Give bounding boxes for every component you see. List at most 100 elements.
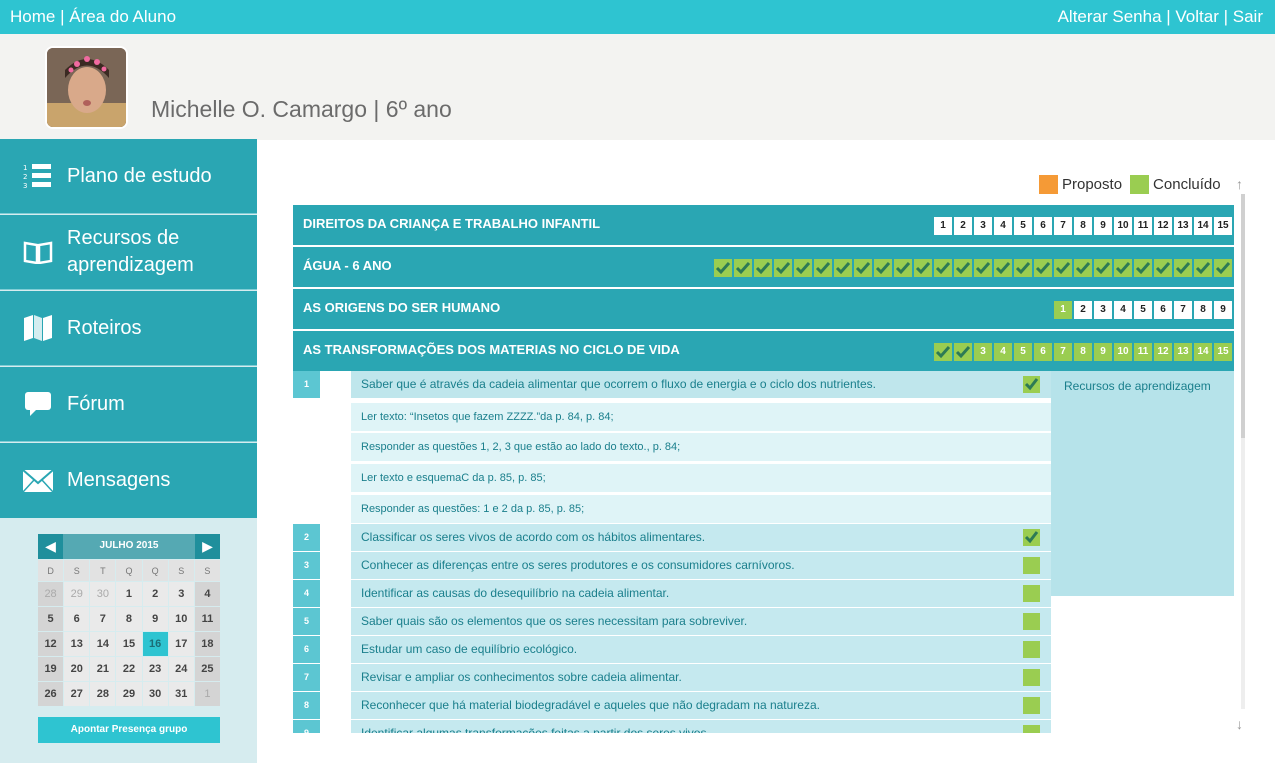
objective-check-icon[interactable] xyxy=(1194,259,1212,277)
objective-check-icon[interactable] xyxy=(1214,259,1232,277)
calendar-day[interactable]: 14 xyxy=(90,632,116,656)
objective-check-icon[interactable] xyxy=(934,259,952,277)
objective-check-icon[interactable] xyxy=(714,259,732,277)
objective-chip[interactable]: 13 xyxy=(1174,343,1192,361)
sidebar-item-messages[interactable]: Mensagens xyxy=(0,443,257,518)
objective-chip[interactable]: 1 xyxy=(1054,301,1072,319)
calendar-day[interactable]: 1 xyxy=(116,582,142,606)
objective-chip[interactable]: 12 xyxy=(1154,343,1172,361)
calendar-day[interactable]: 28 xyxy=(38,582,64,606)
objective-check-icon[interactable] xyxy=(1094,259,1112,277)
objective-chip[interactable]: 7 xyxy=(1054,343,1072,361)
calendar-day[interactable]: 12 xyxy=(38,632,64,656)
change-password-link[interactable]: Alterar Senha xyxy=(1058,7,1162,26)
calendar-day[interactable]: 20 xyxy=(64,657,90,681)
calendar-day[interactable]: 15 xyxy=(116,632,142,656)
objective-chip[interactable]: 5 xyxy=(1014,217,1032,235)
objective-row[interactable]: 9 Identificar algumas transformações feit… xyxy=(293,720,1051,733)
objective-check-icon[interactable] xyxy=(1174,259,1192,277)
objective-chip[interactable]: 2 xyxy=(954,217,972,235)
objective-row[interactable]: 4 Identificar as causas do desequilíbrio … xyxy=(293,580,1051,607)
checkbox[interactable] xyxy=(1023,697,1040,714)
objective-chip[interactable]: 3 xyxy=(1094,301,1112,319)
objective-chip[interactable]: 8 xyxy=(1194,301,1212,319)
subject-row[interactable]: AS TRANSFORMAÇÕES DOS MATERIAS NO CICLO … xyxy=(293,331,1234,371)
sidebar-item-learning-resources[interactable]: Recursos de aprendizagem xyxy=(0,215,257,290)
calendar-day[interactable]: 16 xyxy=(142,632,168,656)
checkbox[interactable] xyxy=(1023,613,1040,630)
calendar-day[interactable]: 5 xyxy=(38,607,64,631)
activity-item[interactable]: Ler texto e esquemaC da p. 85, p. 85; xyxy=(351,464,1051,492)
subject-row[interactable]: DIREITOS DA CRIANÇA E TRABALHO INFANTIL 1… xyxy=(293,205,1234,245)
back-link[interactable]: Voltar xyxy=(1175,7,1218,26)
objective-check-icon[interactable] xyxy=(894,259,912,277)
calendar-day[interactable]: 17 xyxy=(168,632,194,656)
objective-chip[interactable]: 5 xyxy=(1134,301,1152,319)
calendar-day[interactable]: 24 xyxy=(168,657,194,681)
objective-chip[interactable]: 14 xyxy=(1194,217,1212,235)
objective-chip[interactable]: 8 xyxy=(1074,217,1092,235)
objective-chip[interactable]: 6 xyxy=(1034,217,1052,235)
scroll-down-arrow-icon[interactable]: ↓ xyxy=(1236,716,1243,732)
calendar-day[interactable]: 31 xyxy=(168,682,194,706)
checkbox[interactable] xyxy=(1023,669,1040,686)
objective-chip[interactable]: 9 xyxy=(1214,301,1232,319)
calendar-day[interactable]: 21 xyxy=(90,657,116,681)
objective-row[interactable]: 7 Revisar e ampliar os conhecimentos sobr… xyxy=(293,664,1051,691)
objective-chip[interactable]: 3 xyxy=(974,343,992,361)
logout-link[interactable]: Sair xyxy=(1233,7,1263,26)
calendar-day[interactable]: 28 xyxy=(90,682,116,706)
objective-chip[interactable]: 11 xyxy=(1134,217,1152,235)
objective-check-icon[interactable] xyxy=(954,259,972,277)
objective-chip[interactable]: 8 xyxy=(1074,343,1092,361)
next-month-button[interactable]: ▶ xyxy=(195,534,220,559)
objective-check-icon[interactable] xyxy=(814,259,832,277)
objective-check-icon[interactable] xyxy=(1034,259,1052,277)
objective-check-icon[interactable] xyxy=(834,259,852,277)
objective-check-icon[interactable] xyxy=(754,259,772,277)
objective-check-icon[interactable] xyxy=(1154,259,1172,277)
objective-chip[interactable]: 7 xyxy=(1174,301,1192,319)
objective-chip[interactable]: 4 xyxy=(994,343,1012,361)
objective-check-icon[interactable] xyxy=(954,343,972,361)
subject-row[interactable]: ÁGUA - 6 ANO xyxy=(293,247,1234,287)
calendar-day[interactable]: 1 xyxy=(194,682,220,706)
objective-chip[interactable]: 15 xyxy=(1214,217,1232,235)
calendar-day[interactable]: 26 xyxy=(38,682,64,706)
objective-check-icon[interactable] xyxy=(794,259,812,277)
activity-item[interactable]: Ler texto: “Insetos que fazem ZZZZ.”da p… xyxy=(351,403,1051,431)
objective-check-icon[interactable] xyxy=(1074,259,1092,277)
objective-chip[interactable]: 4 xyxy=(1114,301,1132,319)
learning-resources-link[interactable]: Recursos de aprendizagem xyxy=(1064,379,1211,393)
objective-chip[interactable]: 6 xyxy=(1034,343,1052,361)
calendar-day[interactable]: 9 xyxy=(142,607,168,631)
activity-item[interactable]: Responder as questões 1, 2, 3 que estão … xyxy=(351,433,1051,461)
objective-chip[interactable]: 2 xyxy=(1074,301,1092,319)
objective-chip[interactable]: 10 xyxy=(1114,343,1132,361)
checkbox[interactable] xyxy=(1023,641,1040,658)
checked-checkbox-icon[interactable] xyxy=(1023,529,1040,546)
objective-chip[interactable]: 9 xyxy=(1094,343,1112,361)
calendar-day[interactable]: 29 xyxy=(64,582,90,606)
calendar-day[interactable]: 30 xyxy=(142,682,168,706)
objective-chip[interactable]: 12 xyxy=(1154,217,1172,235)
objective-row[interactable]: 2 Classificar os seres vivos de acordo co… xyxy=(293,524,1051,551)
objective-chip[interactable]: 11 xyxy=(1134,343,1152,361)
objective-chip[interactable]: 1 xyxy=(934,217,952,235)
objective-check-icon[interactable] xyxy=(914,259,932,277)
scroll-up-arrow-icon[interactable]: ↑ xyxy=(1236,176,1243,192)
mark-group-presence-button[interactable]: Apontar Presença grupo xyxy=(38,717,220,743)
objective-check-icon[interactable] xyxy=(854,259,872,277)
objective-chip[interactable]: 10 xyxy=(1114,217,1132,235)
objective-check-icon[interactable] xyxy=(1134,259,1152,277)
objective-check-icon[interactable] xyxy=(1054,259,1072,277)
objective-row[interactable]: 8 Reconhecer que há material biodegradáve… xyxy=(293,692,1051,719)
calendar-day[interactable]: 6 xyxy=(64,607,90,631)
objective-chip[interactable]: 15 xyxy=(1214,343,1232,361)
scrollbar-thumb[interactable] xyxy=(1241,194,1245,438)
calendar-day[interactable]: 18 xyxy=(194,632,220,656)
checkbox[interactable] xyxy=(1023,725,1040,733)
calendar-day[interactable]: 30 xyxy=(90,582,116,606)
calendar-day[interactable]: 10 xyxy=(168,607,194,631)
calendar-day[interactable]: 3 xyxy=(168,582,194,606)
